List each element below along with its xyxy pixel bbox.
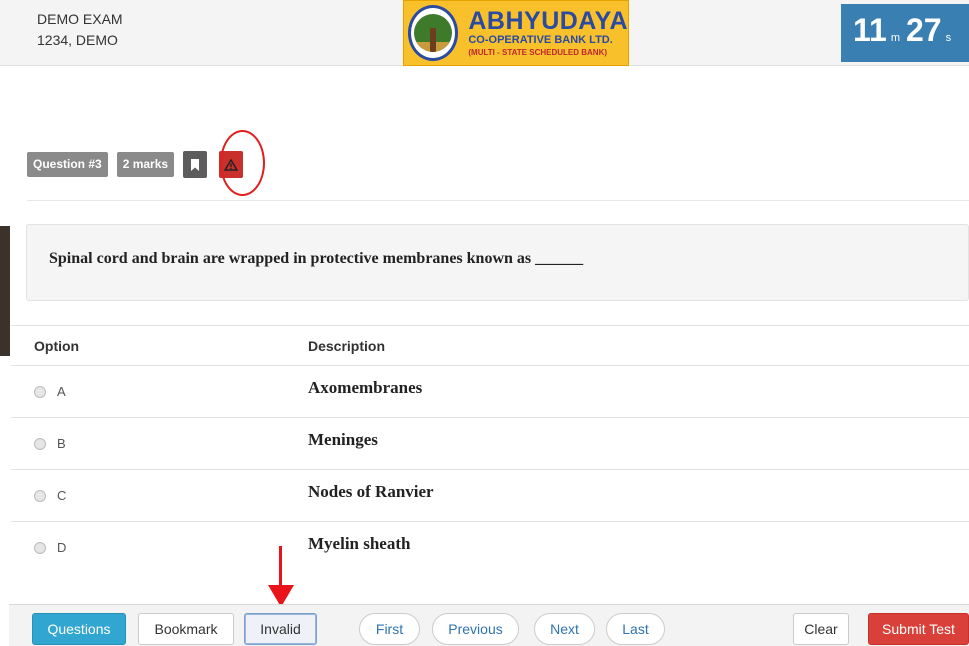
option-radio-d[interactable]: [34, 541, 46, 554]
question-text: Spinal cord and brain are wrapped in pro…: [49, 250, 584, 267]
last-button[interactable]: Last: [606, 613, 665, 645]
question-number-badge: Question #3: [27, 152, 108, 177]
option-row-c[interactable]: C Nodes of Ranvier: [11, 469, 969, 521]
bank-logo: ABHYUDAYA CO-OPERATIVE BANK LTD. (MULTI …: [403, 0, 629, 66]
option-row-d[interactable]: D Myelin sheath: [11, 521, 969, 573]
option-label: A: [57, 384, 66, 399]
countdown-timer: 11 m 27 s: [841, 4, 969, 62]
option-column-header: Option: [34, 337, 80, 354]
annotation-arrow: [279, 546, 282, 588]
bookmark-icon: [191, 158, 200, 171]
header: DEMO EXAM 1234, DEMO ABHYUDAYA CO-OPERAT…: [0, 0, 969, 66]
timer-seconds-unit: s: [945, 32, 952, 44]
option-description: Myelin sheath: [308, 533, 411, 553]
submit-test-button[interactable]: Submit Test: [868, 613, 969, 645]
logo-subtitle: CO-OPERATIVE BANK LTD.: [468, 33, 613, 46]
background-strip: [0, 226, 10, 356]
marks-badge: 2 marks: [116, 152, 175, 177]
option-description: Axomembranes: [308, 377, 423, 397]
questions-button[interactable]: Questions: [32, 613, 126, 645]
logo-title: ABHYUDAYA: [468, 6, 628, 35]
bookmark-button[interactable]: [183, 151, 208, 178]
timer-seconds: 27: [906, 12, 942, 48]
previous-button[interactable]: Previous: [432, 613, 519, 645]
exam-info: DEMO EXAM 1234, DEMO: [37, 9, 123, 51]
option-label: C: [57, 488, 67, 503]
footer-toolbar: Questions Bookmark Invalid First Previou…: [9, 604, 969, 646]
exam-title: DEMO EXAM: [37, 11, 123, 27]
timer-minutes: 11: [853, 12, 887, 48]
bookmark-nav-button[interactable]: Bookmark: [138, 613, 234, 645]
candidate-info: 1234, DEMO: [37, 32, 118, 48]
option-radio-b[interactable]: [34, 437, 46, 450]
option-label: D: [57, 540, 67, 555]
option-row-a[interactable]: A Axomembranes: [11, 365, 969, 417]
next-button[interactable]: Next: [534, 613, 595, 645]
timer-minutes-unit: m: [890, 32, 900, 44]
invalid-button[interactable]: Invalid: [244, 613, 317, 645]
description-column-header: Description: [308, 337, 386, 354]
annotation-circle: [220, 130, 265, 196]
option-row-b[interactable]: B Meninges: [11, 417, 969, 469]
bank-seal-icon: [408, 5, 459, 61]
option-radio-a[interactable]: [34, 385, 46, 398]
option-radio-c[interactable]: [34, 489, 46, 502]
divider: [27, 200, 969, 201]
question-panel: Spinal cord and brain are wrapped in pro…: [26, 224, 969, 301]
first-button[interactable]: First: [359, 613, 420, 645]
options-table-header: Option Description: [11, 325, 969, 365]
logo-tagline: (MULTI - STATE SCHEDULED BANK): [468, 47, 608, 57]
clear-button[interactable]: Clear: [793, 613, 849, 645]
option-label: B: [57, 436, 66, 451]
options-table: Option Description A Axomembranes B Meni…: [11, 325, 969, 573]
option-description: Meninges: [308, 429, 378, 449]
option-description: Nodes of Ranvier: [308, 481, 434, 501]
